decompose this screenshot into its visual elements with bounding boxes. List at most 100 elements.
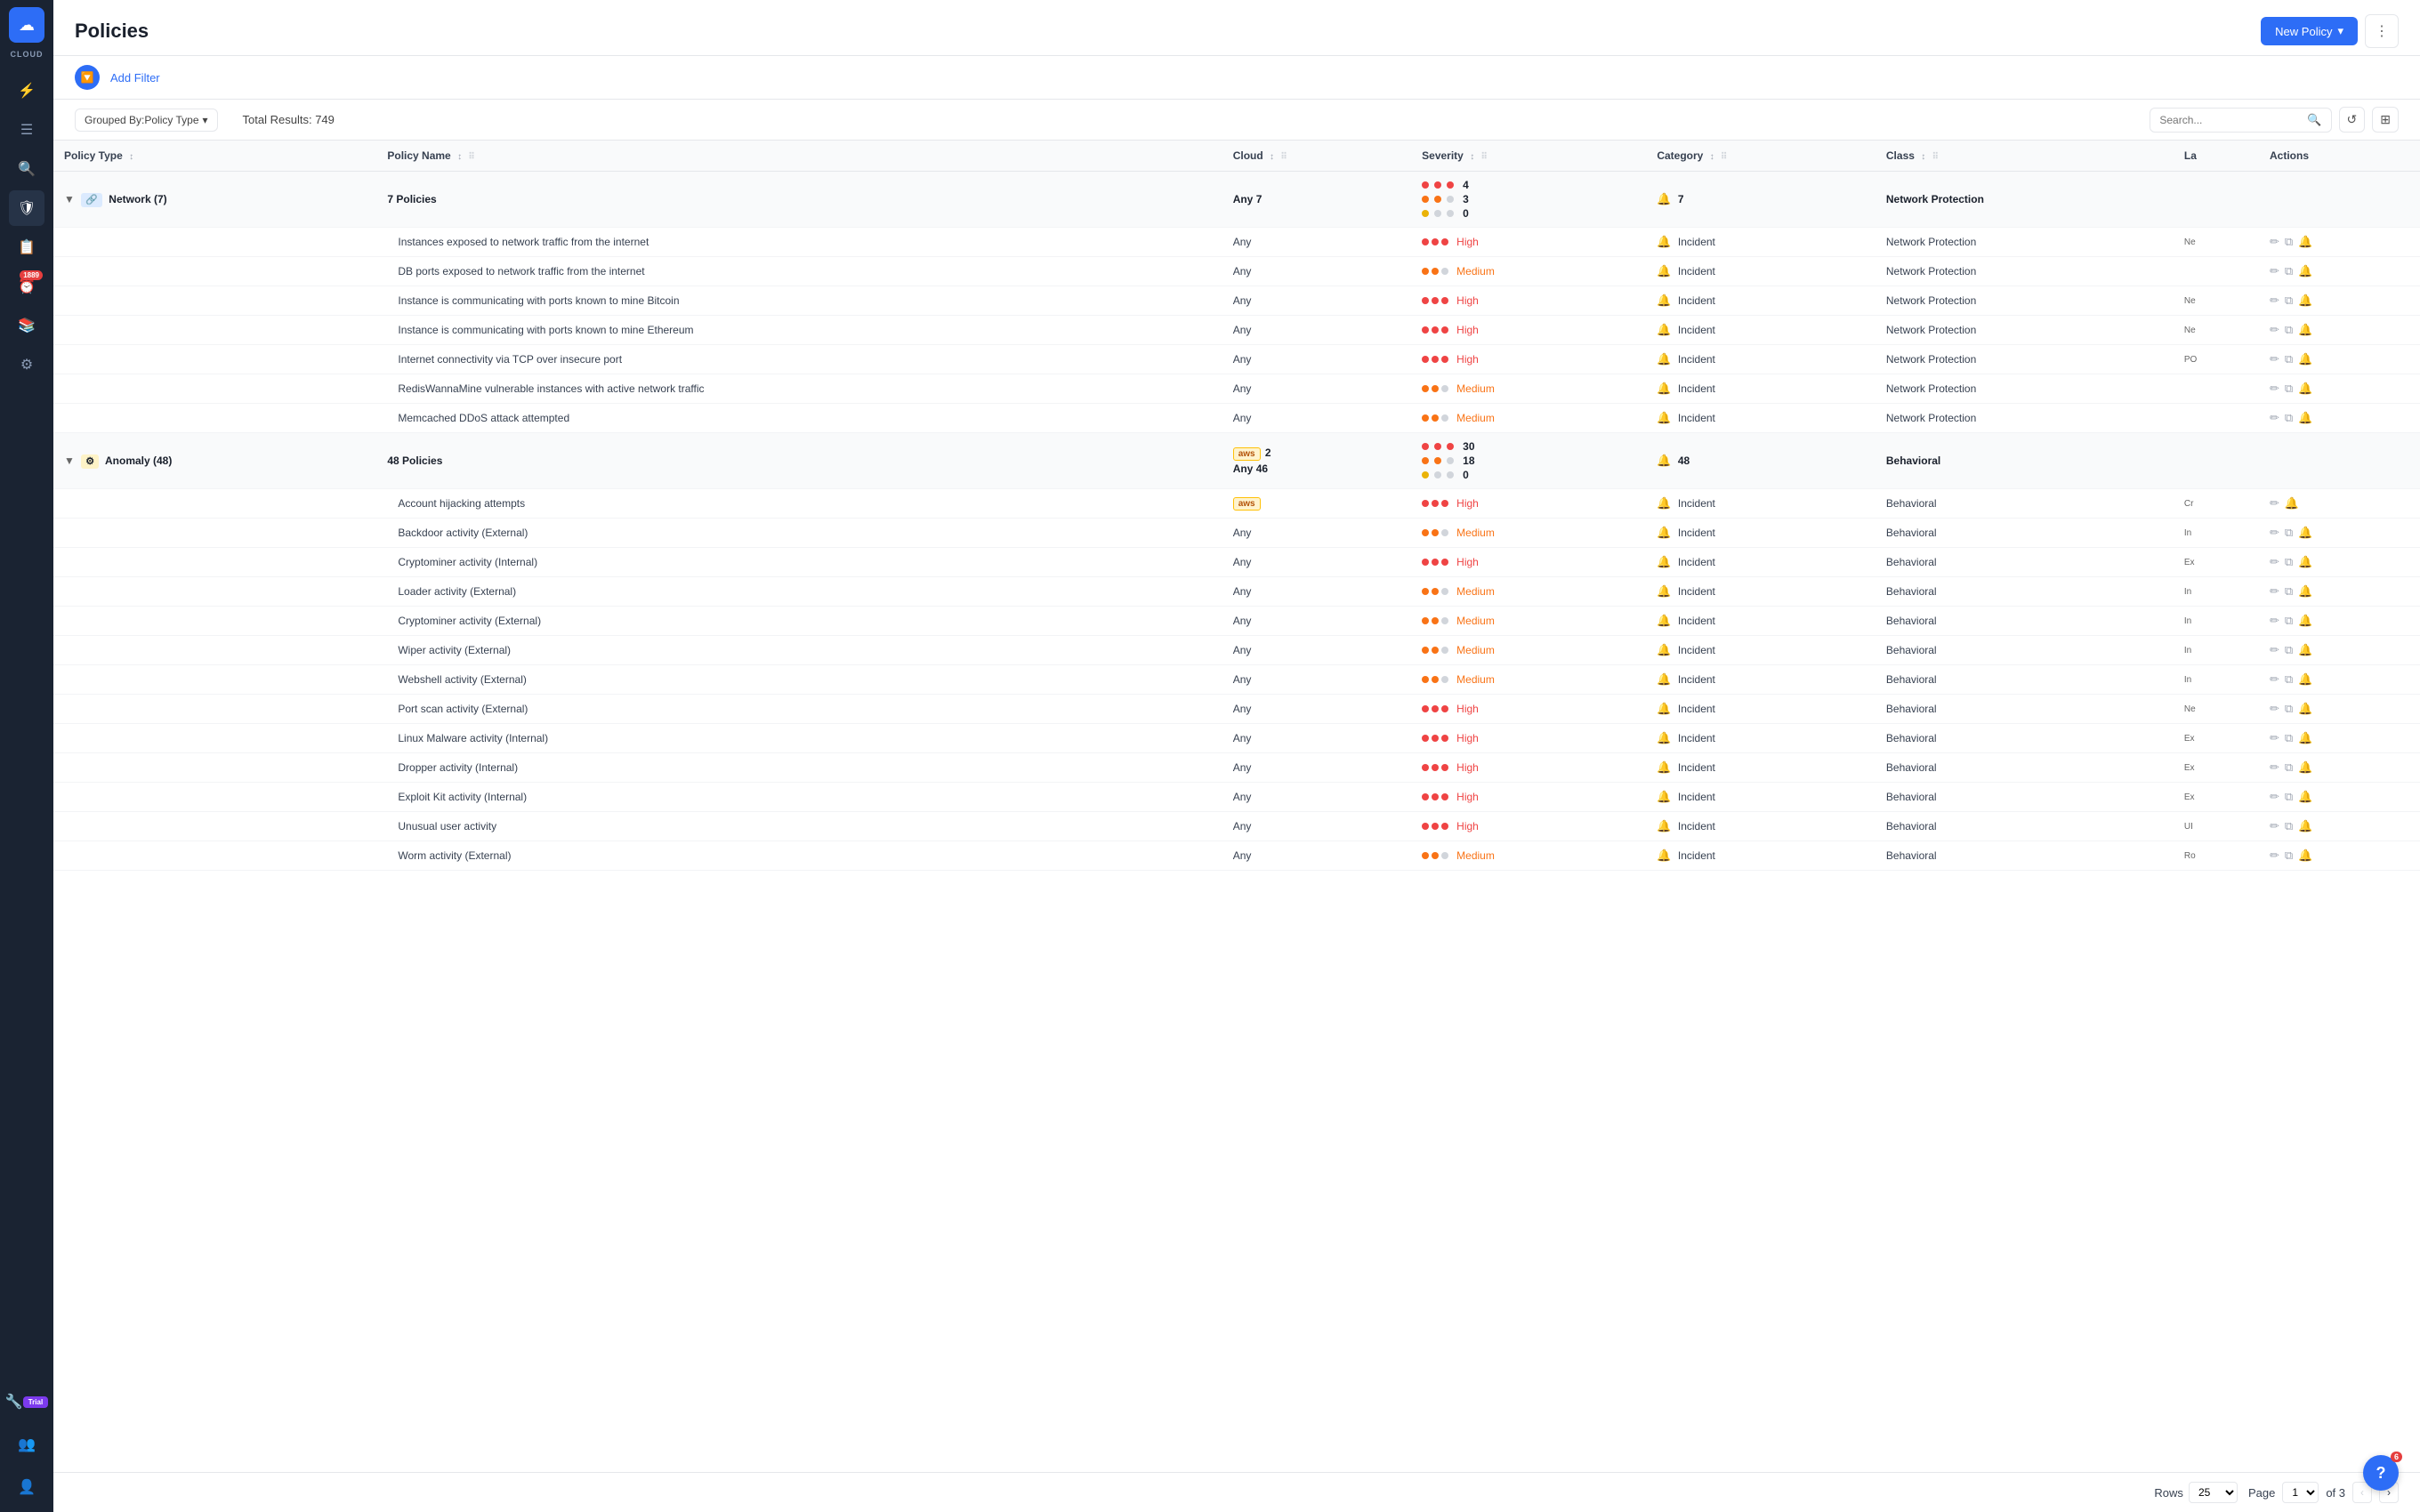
copy-icon[interactable]: ⧉	[2285, 819, 2293, 833]
bell-icon[interactable]: 🔔	[2298, 614, 2312, 628]
copy-icon[interactable]: ⧉	[2285, 555, 2293, 569]
copy-icon[interactable]: ⧉	[2285, 790, 2293, 804]
refresh-button[interactable]: ↺	[2339, 107, 2366, 133]
col-policy-name[interactable]: Policy Name ↕ ⠿	[376, 141, 1222, 172]
bell-icon[interactable]: 🔔	[2298, 264, 2312, 278]
copy-icon[interactable]: ⧉	[2285, 848, 2293, 863]
sidebar-nav: ⚡ ☰ 🔍 🛡 📋 ⏰ 1889 📚 ⚙	[0, 73, 53, 382]
grouped-by-dropdown[interactable]: Grouped By:Policy Type ▾	[75, 109, 218, 132]
policy-cloud: Any	[1222, 665, 1411, 695]
expand-anomaly-arrow[interactable]: ▼	[64, 454, 75, 467]
policy-severity: Medium	[1411, 665, 1646, 695]
copy-icon[interactable]: ⧉	[2285, 382, 2293, 396]
sidebar-icon-alerts[interactable]: ⏰ 1889	[9, 269, 44, 304]
bell-icon[interactable]: 🔔	[2298, 672, 2312, 687]
bell-icon[interactable]: 🔔	[2298, 235, 2312, 249]
bell-icon[interactable]: 🔔	[2298, 382, 2312, 396]
page-select[interactable]: 1 2 3	[2282, 1482, 2319, 1503]
bell-icon[interactable]: 🔔	[2298, 526, 2312, 540]
col-la[interactable]: La	[2174, 141, 2259, 172]
copy-icon[interactable]: ⧉	[2285, 731, 2293, 745]
app-logo[interactable]: ☁	[9, 7, 44, 43]
search-input[interactable]	[2159, 114, 2302, 126]
edit-icon[interactable]: ✏	[2270, 323, 2279, 337]
sidebar-icon-book[interactable]: 📚	[9, 308, 44, 343]
edit-icon[interactable]: ✏	[2270, 555, 2279, 569]
sidebar-icon-avatar[interactable]: 👤	[9, 1469, 44, 1505]
columns-button[interactable]: ⊞	[2372, 107, 2399, 133]
copy-icon[interactable]: ⧉	[2285, 643, 2293, 657]
new-policy-button[interactable]: New Policy ▾	[2261, 17, 2358, 45]
edit-icon[interactable]: ✏	[2270, 819, 2279, 833]
copy-icon[interactable]: ⧉	[2285, 584, 2293, 599]
bell-icon[interactable]: 🔔	[2298, 643, 2312, 657]
policy-category: 🔔 Incident	[1646, 519, 1876, 548]
col-cloud[interactable]: Cloud ↕ ⠿	[1222, 141, 1411, 172]
edit-icon[interactable]: ✏	[2270, 702, 2279, 716]
edit-icon[interactable]: ✏	[2270, 848, 2279, 863]
copy-icon[interactable]: ⧉	[2285, 323, 2293, 337]
edit-icon[interactable]: ✏	[2270, 496, 2279, 511]
copy-icon[interactable]: ⧉	[2285, 352, 2293, 366]
copy-icon[interactable]: ⧉	[2285, 411, 2293, 425]
sidebar-icon-dashboard[interactable]: ⚡	[9, 73, 44, 109]
bell-icon[interactable]: 🔔	[2298, 411, 2312, 425]
edit-icon[interactable]: ✏	[2270, 294, 2279, 308]
expand-network-arrow[interactable]: ▼	[64, 193, 75, 205]
sidebar-icon-clipboard[interactable]: 📋	[9, 229, 44, 265]
copy-icon[interactable]: ⧉	[2285, 294, 2293, 308]
edit-icon[interactable]: ✏	[2270, 790, 2279, 804]
edit-icon[interactable]: ✏	[2270, 264, 2279, 278]
policy-la: In	[2174, 607, 2259, 636]
edit-icon[interactable]: ✏	[2270, 643, 2279, 657]
copy-icon[interactable]: ⧉	[2285, 264, 2293, 278]
bell-icon[interactable]: 🔔	[2298, 294, 2312, 308]
bell-icon[interactable]: 🔔	[2298, 352, 2312, 366]
edit-icon[interactable]: ✏	[2270, 584, 2279, 599]
sidebar-icon-list[interactable]: ☰	[9, 112, 44, 148]
copy-icon[interactable]: ⧉	[2285, 526, 2293, 540]
col-class[interactable]: Class ↕ ⠿	[1876, 141, 2174, 172]
chevron-down-icon: ▾	[2337, 24, 2343, 38]
edit-icon[interactable]: ✏	[2270, 731, 2279, 745]
copy-icon[interactable]: ⧉	[2285, 614, 2293, 628]
col-category[interactable]: Category ↕ ⠿	[1646, 141, 1876, 172]
edit-icon[interactable]: ✏	[2270, 382, 2279, 396]
copy-icon[interactable]: ⧉	[2285, 235, 2293, 249]
edit-icon[interactable]: ✏	[2270, 614, 2279, 628]
rows-per-page-select[interactable]: 25 50 100	[2189, 1482, 2238, 1503]
sidebar-icon-shield[interactable]: 🛡	[9, 190, 44, 226]
add-filter-button[interactable]: Add Filter	[110, 71, 160, 84]
help-button[interactable]: ? 6	[2363, 1455, 2399, 1491]
col-policy-type[interactable]: Policy Type ↕	[53, 141, 376, 172]
bell-icon[interactable]: 🔔	[2298, 584, 2312, 599]
bell-icon[interactable]: 🔔	[2285, 496, 2299, 511]
sidebar-icon-settings[interactable]: ⚙	[9, 347, 44, 382]
copy-icon[interactable]: ⧉	[2285, 702, 2293, 716]
bell-icon[interactable]: 🔔	[2298, 323, 2312, 337]
bell-icon[interactable]: 🔔	[2298, 555, 2312, 569]
sidebar-icon-search[interactable]: 🔍	[9, 151, 44, 187]
edit-icon[interactable]: ✏	[2270, 760, 2279, 775]
edit-icon[interactable]: ✏	[2270, 526, 2279, 540]
edit-icon[interactable]: ✏	[2270, 235, 2279, 249]
table-row: Backdoor activity (External) Any Medium …	[53, 519, 2420, 548]
bell-icon[interactable]: 🔔	[2298, 790, 2312, 804]
bell-icon[interactable]: 🔔	[2298, 760, 2312, 775]
bell-icon[interactable]: 🔔	[2298, 848, 2312, 863]
bell-icon[interactable]: 🔔	[2298, 702, 2312, 716]
edit-icon[interactable]: ✏	[2270, 672, 2279, 687]
edit-icon[interactable]: ✏	[2270, 411, 2279, 425]
sidebar-icon-wrench[interactable]: 🔧 Trial	[9, 1384, 44, 1420]
sidebar-icon-usergroup[interactable]: 👥	[9, 1427, 44, 1462]
table-row: Port scan activity (External) Any High 🔔…	[53, 695, 2420, 724]
edit-icon[interactable]: ✏	[2270, 352, 2279, 366]
policy-la: In	[2174, 519, 2259, 548]
bell-icon[interactable]: 🔔	[2298, 731, 2312, 745]
copy-icon[interactable]: ⧉	[2285, 760, 2293, 775]
copy-icon[interactable]: ⧉	[2285, 672, 2293, 687]
bell-icon[interactable]: 🔔	[2298, 819, 2312, 833]
col-severity[interactable]: Severity ↕ ⠿	[1411, 141, 1646, 172]
more-options-button[interactable]: ⋮	[2365, 14, 2399, 48]
policy-category: 🔔 Incident	[1646, 812, 1876, 841]
